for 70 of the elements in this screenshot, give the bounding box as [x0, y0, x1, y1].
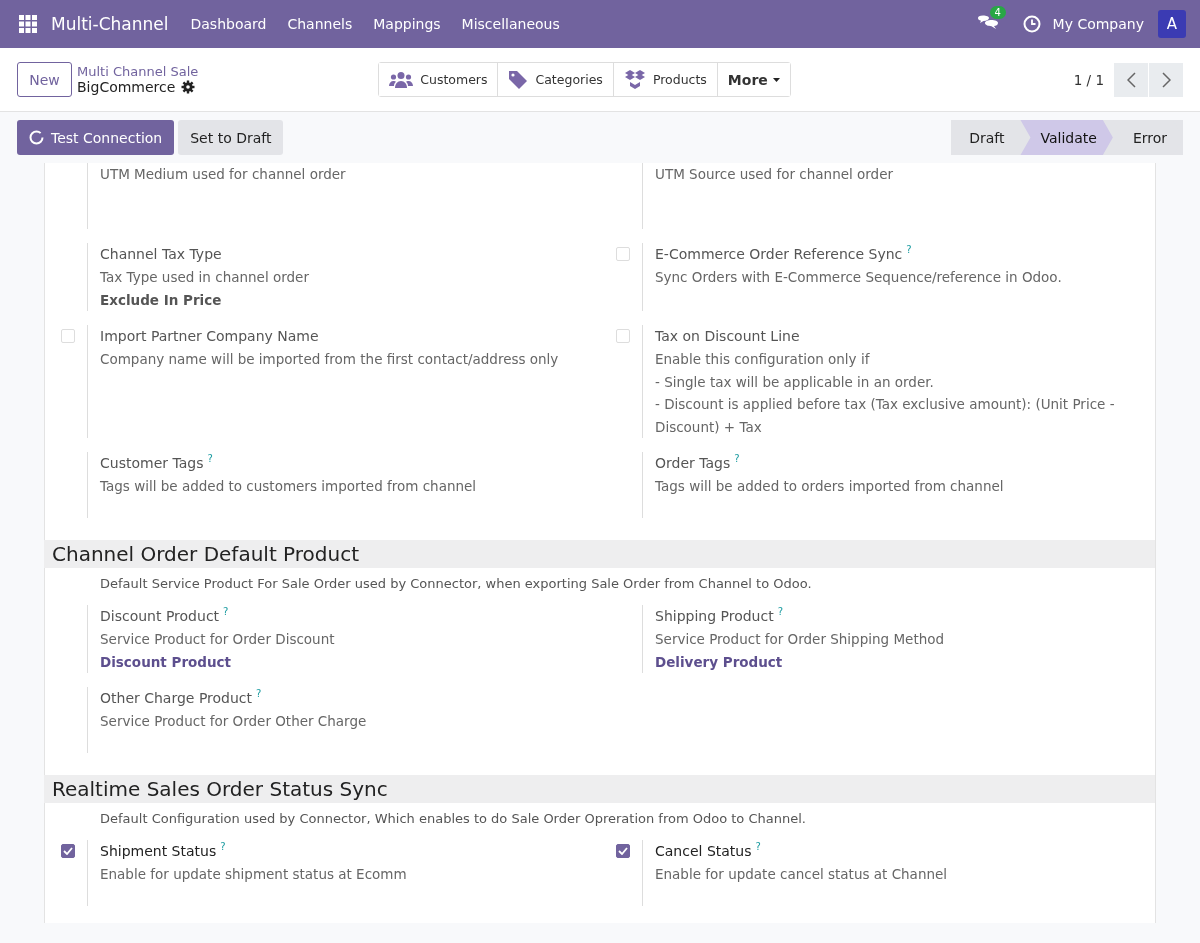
clock-icon[interactable] — [1022, 15, 1041, 33]
setting-description: - Discount is applied before tax (Tax exclusive amount): (Unit Price - Discount) + Tax — [655, 395, 1115, 437]
help-tooltip[interactable]: ? — [906, 243, 912, 257]
tag-icon — [508, 69, 529, 90]
setting-description: UTM Medium used for channel order — [100, 165, 347, 184]
chevron-left-icon — [1126, 71, 1136, 88]
record-name: BigCommerce — [77, 79, 176, 95]
setting-label: E-Commerce Order Reference Sync — [655, 245, 903, 264]
setting-label: Shipment Status — [100, 842, 217, 861]
menu-item[interactable]: Dashboard — [190, 16, 267, 32]
caret-icon — [772, 76, 780, 83]
section-description: Default Configuration used by Connector, Which enables to do Sale Order Opreration from Odoo to Channel. — [99, 811, 807, 826]
menu-item[interactable]: Miscellaneous — [461, 16, 560, 32]
help-tooltip[interactable]: ? — [207, 452, 213, 466]
new-button[interactable]: New — [17, 62, 72, 97]
chevron-right-icon — [1161, 71, 1171, 88]
help-tooltip[interactable]: ? — [755, 840, 761, 854]
setting-description: Enable for update shipment status at Ecomm — [100, 865, 408, 884]
menu-item[interactable]: Mappings — [373, 16, 441, 32]
setting-label: Other Charge Product — [100, 689, 253, 708]
setting-description: - Single tax will be applicable in an order. — [655, 372, 935, 392]
apps-grid-icon[interactable] — [19, 15, 37, 33]
section-heading: Realtime Sales Order Status Sync — [44, 775, 1155, 803]
setting-label: Import Partner Company Name — [100, 327, 319, 346]
help-tooltip[interactable]: ? — [734, 452, 740, 466]
setting-label: Discount Product — [100, 607, 220, 626]
setting-label: Cancel Status — [655, 842, 752, 861]
spinner-icon — [29, 130, 44, 145]
setting-value: Exclude In Price — [100, 290, 223, 310]
setting-label: Order Tags — [655, 454, 731, 473]
action-button[interactable]: Set to Draft — [178, 120, 284, 155]
help-tooltip[interactable]: ? — [777, 605, 783, 619]
setting-label: Channel Tax Type — [100, 245, 222, 264]
setting-value-link[interactable]: Discount Product — [100, 650, 560, 673]
setting-description: Enable for update cancel status at Channel — [655, 865, 949, 884]
setting-value-link[interactable]: Delivery Product — [655, 650, 1115, 673]
setting-description: Service Product for Order Discount — [100, 630, 336, 649]
menu-item[interactable]: Channels — [287, 16, 353, 32]
action-button[interactable]: Test Connection — [17, 120, 175, 155]
help-tooltip[interactable]: ? — [220, 840, 226, 854]
setting-description: Tax Type used in channel order — [100, 268, 310, 287]
app-title[interactable]: Multi-Channel — [51, 14, 169, 34]
breadcrumb-link[interactable]: Multi Channel Sale — [77, 64, 199, 79]
setting-description: Sync Orders with E-Commerce Sequence/reference in Odoo. — [655, 268, 1063, 287]
setting-description: Service Product for Order Shipping Method — [655, 630, 946, 649]
section-heading: Channel Order Default Product — [44, 540, 1155, 568]
checkbox[interactable] — [616, 844, 630, 858]
setting-description: Enable this configuration only if — [655, 350, 871, 369]
next-button[interactable] — [1149, 62, 1183, 97]
setting-description: Service Product for Order Other Charge — [100, 712, 368, 731]
message-count-badge: 4 — [989, 6, 1006, 19]
status-stage[interactable]: Validate — [1020, 120, 1113, 155]
user-avatar[interactable]: A — [1158, 10, 1186, 38]
gear-icon[interactable] — [181, 80, 196, 94]
section-description: Default Service Product For Sale Order used by Connector, when exporting Sale Order from Channel to Odoo. — [99, 576, 813, 591]
checkbox[interactable] — [61, 844, 75, 858]
pager-value: 1 / 1 — [1073, 71, 1104, 88]
setting-label: Shipping Product — [655, 607, 774, 626]
company-switcher[interactable]: My Company — [1052, 16, 1144, 32]
boxes-icon — [623, 69, 646, 90]
setting-description: Company name will be imported from the first contact/address only — [100, 350, 560, 369]
setting-label: Tax on Discount Line — [655, 327, 800, 346]
setting-description: Tags will be added to customers imported from channel — [100, 477, 478, 496]
setting-description: Tags will be added to orders imported from channel — [655, 477, 1005, 496]
help-tooltip[interactable]: ? — [223, 605, 229, 619]
smart-button[interactable]: Customers — [379, 63, 499, 96]
help-tooltip[interactable]: ? — [256, 687, 262, 701]
users-icon — [389, 70, 414, 89]
setting-description: UTM Source used for channel order — [655, 165, 895, 184]
setting-label: Customer Tags — [100, 454, 204, 473]
